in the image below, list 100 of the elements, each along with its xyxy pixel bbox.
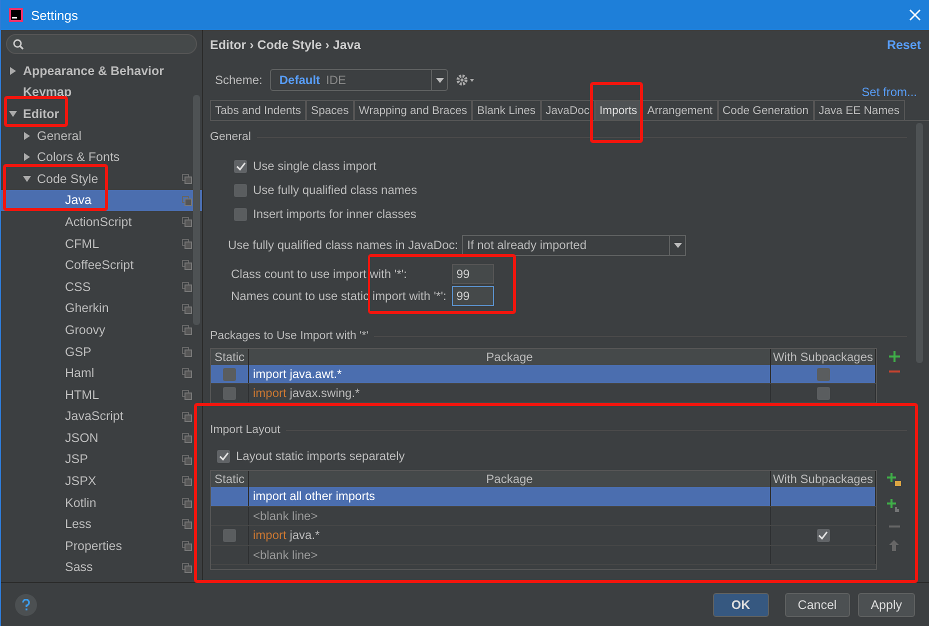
tree-item[interactable]: CFML [1, 232, 202, 254]
checkbox[interactable] [217, 450, 230, 462]
tree-item[interactable]: JavaScript [1, 406, 202, 428]
tab[interactable]: Blank Lines [472, 100, 541, 120]
add-package-icon[interactable] [887, 473, 901, 487]
collapse-arrow-icon[interactable] [23, 174, 31, 183]
tree-item[interactable]: Kotlin [1, 492, 202, 514]
checkbox[interactable] [223, 528, 236, 542]
tree-item[interactable]: General [1, 124, 202, 146]
tree-item[interactable]: JSP [1, 448, 202, 470]
table-row[interactable]: <blank line> [211, 506, 876, 526]
dialog-button[interactable]: OK [712, 592, 769, 616]
copy-icon[interactable] [182, 174, 192, 184]
copy-icon[interactable] [182, 498, 192, 508]
collapse-arrow-icon[interactable] [9, 110, 17, 118]
gear-icon[interactable] [456, 74, 476, 86]
tree-item[interactable]: CoffeeScript [1, 254, 202, 276]
copy-icon[interactable] [182, 519, 192, 530]
tree-item[interactable]: Keymap [1, 82, 202, 104]
remove-icon[interactable] [888, 525, 900, 528]
count-field[interactable]: 99 [452, 286, 494, 306]
tree-item[interactable]: Haml [1, 362, 202, 384]
scrollbar[interactable] [193, 95, 200, 325]
scheme-dropdown[interactable]: Default IDE [270, 69, 448, 91]
copy-icon[interactable] [182, 282, 192, 292]
tab[interactable]: Imports [594, 100, 642, 120]
add-blank-icon[interactable] [887, 499, 901, 513]
tree-item[interactable]: Editor [1, 103, 202, 125]
tab[interactable]: Spaces [306, 100, 354, 120]
javadoc-dropdown[interactable]: If not already imported [462, 234, 686, 256]
dialog-button[interactable]: Apply [858, 592, 915, 616]
copy-icon[interactable] [182, 304, 192, 314]
tree-item[interactable]: JSON [1, 427, 202, 449]
table-row[interactable]: <blank line> [211, 546, 876, 565]
copy-icon[interactable] [182, 541, 192, 552]
copy-icon[interactable] [182, 196, 192, 206]
tree-item[interactable]: JSPX [1, 470, 202, 492]
section-title: Packages to Use Import with '*' [210, 330, 368, 342]
copy-icon[interactable] [182, 325, 192, 336]
tree-item[interactable]: Gherkin [1, 298, 202, 320]
window-title: Settings [31, 8, 79, 22]
breadcrumb: Editor › Code Style › Java [210, 38, 361, 54]
tab[interactable]: Java EE Names [814, 100, 905, 120]
tree-item[interactable]: Less [1, 513, 202, 536]
copy-icon[interactable] [182, 433, 192, 444]
add-icon[interactable] [888, 351, 900, 362]
checkbox[interactable] [234, 160, 247, 172]
tab[interactable]: JavaDoc [540, 100, 595, 120]
reset-link[interactable]: Reset [886, 38, 921, 60]
tree-item[interactable]: Properties [1, 535, 202, 557]
table-row[interactable]: import java.* [211, 526, 876, 546]
checkbox[interactable] [223, 386, 236, 400]
checkbox[interactable] [234, 208, 247, 220]
copy-icon[interactable] [182, 260, 192, 270]
dialog-button[interactable]: Cancel [784, 592, 850, 616]
tree-item[interactable]: CSS [1, 276, 202, 298]
remove-icon[interactable] [888, 370, 900, 373]
tab[interactable]: Tabs and Indents [210, 100, 306, 120]
tab[interactable]: Wrapping and Braces [354, 100, 472, 120]
checkbox-label: Use single class import [253, 159, 376, 173]
table-cell: import java.awt.* [249, 365, 771, 383]
copy-icon[interactable] [182, 346, 192, 357]
expand-arrow-icon[interactable] [9, 66, 17, 75]
tree-item[interactable]: Groovy [1, 319, 202, 341]
table-row[interactable]: import javax.swing.* [211, 384, 876, 403]
copy-icon[interactable] [182, 454, 192, 465]
tree-item[interactable]: ActionScript [1, 211, 202, 233]
checkbox[interactable] [816, 386, 830, 400]
tree-item[interactable]: Code Style [1, 168, 202, 190]
set-from-link[interactable]: Set from... [862, 85, 917, 99]
field-label: Class count to use import with '*': [231, 267, 408, 281]
expand-arrow-icon[interactable] [23, 153, 31, 162]
table-row[interactable]: import java.awt.* [211, 365, 876, 384]
checkbox[interactable] [234, 184, 247, 196]
copy-icon[interactable] [182, 562, 192, 573]
move-up-icon[interactable] [889, 540, 899, 551]
copy-icon[interactable] [182, 217, 192, 228]
close-icon[interactable] [909, 9, 921, 21]
copy-icon[interactable] [182, 412, 192, 422]
search-field[interactable] [6, 34, 197, 54]
checkbox[interactable] [816, 528, 830, 542]
checkbox[interactable] [223, 368, 236, 380]
tree-item[interactable]: Colors & Fonts [1, 146, 202, 168]
checkbox-label: Use fully qualified class names [253, 183, 418, 197]
expand-arrow-icon[interactable] [23, 132, 31, 140]
tree-item[interactable]: Sass [1, 556, 202, 578]
table-cell: import all other imports [249, 487, 771, 506]
copy-icon[interactable] [182, 390, 192, 400]
tree-item[interactable]: GSP [1, 340, 202, 362]
help-button[interactable] [15, 594, 37, 616]
copy-icon[interactable] [182, 476, 192, 486]
copy-icon[interactable] [182, 368, 192, 378]
checkbox[interactable] [816, 368, 830, 380]
copy-icon[interactable] [182, 238, 192, 249]
tree-item[interactable]: HTML [1, 384, 202, 406]
tab[interactable]: Code Generation [718, 100, 814, 120]
tree-item[interactable]: Appearance & Behavior [1, 60, 202, 82]
table-row[interactable]: import all other imports [211, 487, 876, 506]
count-field[interactable]: 99 [452, 264, 494, 284]
tab[interactable]: Arrangement [642, 100, 718, 120]
